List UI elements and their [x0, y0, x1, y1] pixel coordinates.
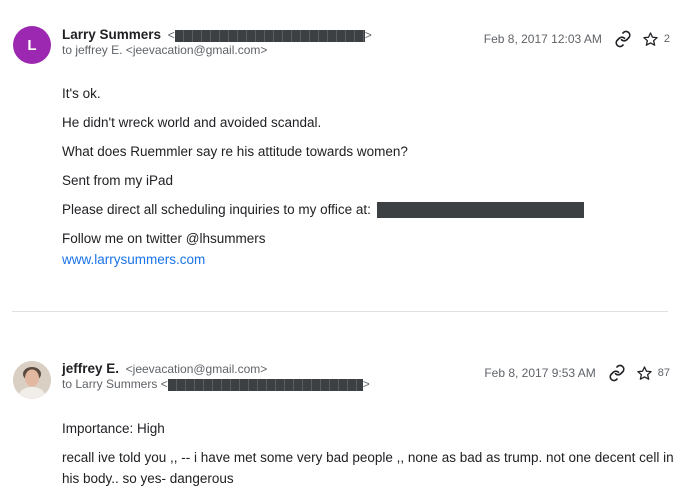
- body-line: It's ok.: [62, 86, 101, 101]
- body-line: recall ive told you ,, -- i have met som…: [62, 450, 674, 465]
- sender-email: <jeevacation@gmail.com>: [125, 362, 268, 376]
- scheduling-text: Please direct all scheduling inquiries t…: [62, 202, 371, 217]
- sender-line: Larry Summers < >: [62, 27, 372, 42]
- link-icon[interactable]: [614, 30, 632, 48]
- website-link[interactable]: www.larrysummers.com: [62, 252, 205, 267]
- recipient-line[interactable]: to Larry Summers < >: [62, 377, 370, 391]
- redacted-contact: [376, 202, 584, 219]
- message-divider: [12, 311, 668, 312]
- sender-name[interactable]: jeffrey E.: [62, 361, 119, 376]
- body-line: Follow me on twitter @lhsummers: [62, 231, 266, 246]
- avatar-letter: L: [27, 36, 37, 54]
- recipient-line[interactable]: to jeffrey E. <jeevacation@gmail.com>: [62, 43, 267, 57]
- sender-avatar[interactable]: [13, 361, 51, 399]
- sender-name[interactable]: Larry Summers: [62, 27, 161, 42]
- sender-avatar[interactable]: L: [13, 26, 51, 64]
- link-icon[interactable]: [608, 364, 626, 382]
- body-line: What does Ruemmler say re his attitude t…: [62, 144, 408, 159]
- body-line: Sent from my iPad: [62, 173, 174, 188]
- message-date: Feb 8, 2017 12:03 AM: [483, 32, 602, 46]
- star-icon[interactable]: [636, 365, 653, 382]
- message-date: Feb 8, 2017 9:53 AM: [484, 366, 596, 380]
- star-icon[interactable]: [642, 31, 659, 48]
- scheduling-line: Please direct all scheduling inquiries t…: [62, 202, 584, 219]
- sender-email: < >: [167, 28, 372, 42]
- sender-line: jeffrey E. <jeevacation@gmail.com>: [62, 361, 267, 376]
- message-meta: Feb 8, 2017 12:03 AM 2: [484, 30, 670, 48]
- star-count: 87: [657, 367, 670, 379]
- redacted-email: [167, 378, 363, 391]
- person-photo-icon: [13, 361, 51, 399]
- body-line: his body.. so yes- dangerous: [62, 471, 234, 486]
- star-count: 2: [663, 33, 670, 45]
- message-meta: Feb 8, 2017 9:53 AM 87: [484, 364, 670, 382]
- body-line: He didn't wreck world and avoided scanda…: [62, 115, 322, 130]
- body-line: Importance: High: [62, 421, 165, 436]
- redacted-email: [174, 29, 365, 42]
